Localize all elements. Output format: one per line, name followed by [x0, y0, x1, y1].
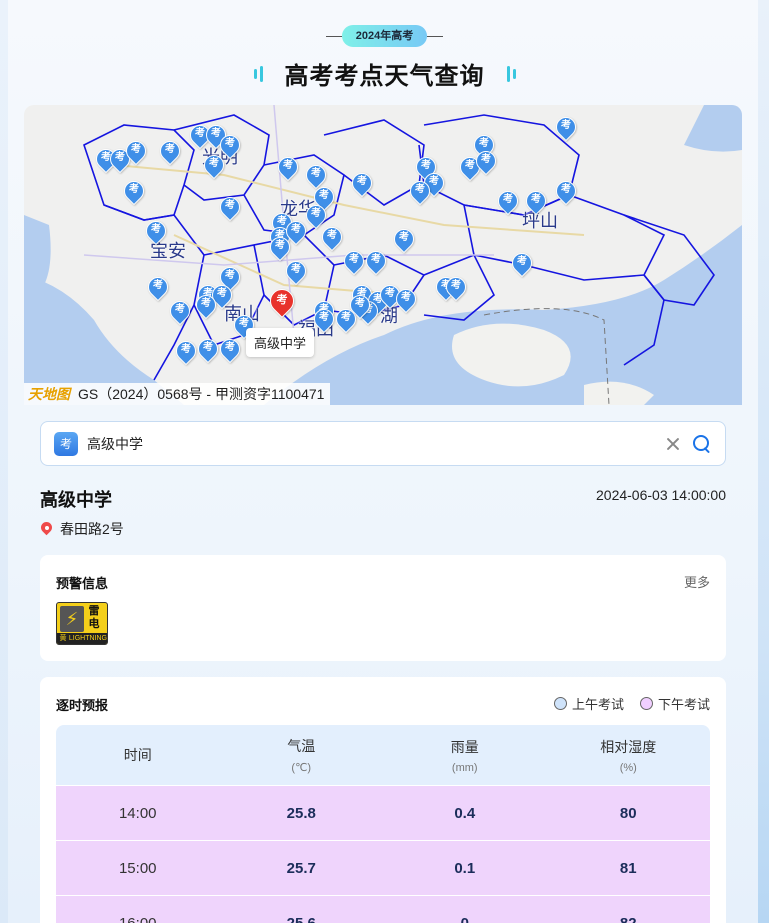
exam-site-pin[interactable]: 考: [171, 336, 201, 366]
exam-site-pin[interactable]: 考: [193, 334, 223, 364]
exam-site-pin[interactable]: 考: [405, 176, 435, 206]
title-decoration-right: [506, 65, 516, 82]
column-header-rainfall: 雨量 (mm): [450, 738, 479, 774]
cell-humidity: 81: [619, 859, 637, 877]
selected-site-popup: 高级中学: [246, 328, 315, 357]
exam-site-pin[interactable]: 考: [521, 186, 551, 216]
lightning-warning-icon[interactable]: ⚡ 雷电 黄 LIGHTNING: [56, 602, 108, 645]
exam-icon: 考: [54, 431, 78, 456]
cell-time: 16:00: [118, 914, 157, 923]
column-header-temperature: 气温 (℃): [287, 738, 316, 774]
search-icon[interactable]: [691, 433, 713, 455]
exam-site-pin[interactable]: 考: [273, 152, 303, 182]
afternoon-exam-label: 下午考试: [657, 697, 710, 712]
warning-type: 雷电: [88, 605, 100, 630]
exam-site-pin[interactable]: 考: [317, 222, 347, 252]
exam-site-pin[interactable]: 考: [309, 304, 339, 334]
title-decoration-left: [253, 65, 263, 82]
exam-site-pin[interactable]: 考: [199, 150, 229, 180]
school-search-bar: 考: [40, 421, 726, 466]
exam-site-pin[interactable]: 考: [507, 248, 537, 278]
column-header-time: 时间: [123, 747, 152, 763]
exam-site-pin[interactable]: 考: [215, 192, 245, 222]
cell-rainfall: 0: [460, 914, 469, 923]
school-address: 春田路2号: [40, 519, 124, 539]
exam-site-pin[interactable]: 考: [347, 168, 377, 198]
morning-exam-label: 上午考试: [571, 697, 624, 712]
exam-site-pin[interactable]: 考: [165, 296, 195, 326]
warning-english: LIGHTNING: [68, 635, 107, 642]
scroll-edge: [758, 0, 769, 923]
exam-site-pin[interactable]: 考: [119, 176, 149, 206]
warning-more-link[interactable]: 更多: [684, 572, 710, 591]
page-title: 高考考点天气查询: [284, 63, 485, 90]
exam-site-pin[interactable]: 考: [391, 284, 421, 314]
tianditu-logo: 天地图: [28, 387, 70, 403]
cell-temperature: 25.7: [286, 859, 316, 877]
exam-site-pin[interactable]: 考: [141, 216, 171, 246]
table-row: 15:00 25.7 0.1 81: [56, 841, 710, 895]
exam-site-pin[interactable]: 考: [551, 176, 581, 206]
exam-site-pin[interactable]: 考: [265, 232, 295, 262]
cell-rainfall: 0.4: [454, 804, 476, 822]
exam-site-pin[interactable]: 考: [361, 246, 391, 276]
header-badge-row: 2024年高考: [0, 25, 769, 47]
cell-temperature: 25.6: [286, 914, 316, 923]
afternoon-exam-swatch: [639, 697, 653, 710]
table-row: 14:00 25.8 0.4 80: [56, 786, 710, 840]
hourly-forecast-card: 逐时预报 上午考试 下午考试 时间 气温 (℃) 雨量 (mm) 相对湿度 (%) 1…: [40, 677, 726, 923]
cell-humidity: 80: [619, 804, 637, 822]
exam-site-pin[interactable]: 考: [471, 146, 501, 176]
forecast-datetime: 2024-06-03 14:00:00: [596, 487, 726, 503]
exam-site-pin[interactable]: 考: [345, 290, 375, 320]
exam-site-pin[interactable]: 考: [493, 186, 523, 216]
exam-session-legend: 上午考试 下午考试: [553, 694, 710, 713]
exam-site-pin[interactable]: 考: [551, 112, 581, 142]
warning-level: 黄: [59, 635, 67, 642]
exam-site-pin[interactable]: 考: [301, 160, 331, 190]
exam-site-pin[interactable]: 考: [191, 290, 221, 320]
year-badge: 2024年高考: [341, 25, 428, 47]
cell-humidity: 82: [619, 914, 637, 923]
exam-site-pin[interactable]: 考: [143, 272, 173, 302]
table-header: 时间 气温 (℃) 雨量 (mm) 相对湿度 (%): [56, 725, 710, 785]
cell-rainfall: 0.1: [454, 859, 476, 877]
exam-site-map[interactable]: 光明 龙华 宝安 南山 福田 湖 坪山 考考考考考考考考考考考考考考考考考考考考…: [24, 105, 742, 405]
warning-card: 预警信息 更多 ⚡ 雷电 黄 LIGHTNING: [40, 555, 726, 661]
map-license-text: GS（2024）0568号 - 甲测资字1100471: [78, 386, 325, 402]
hourly-forecast-table: 时间 气温 (℃) 雨量 (mm) 相对湿度 (%) 14:00 25.8 0.4 8…: [56, 725, 710, 923]
lightning-bolt-icon: ⚡: [60, 606, 84, 632]
school-search-input[interactable]: [87, 435, 663, 452]
map-attribution: 天地图 GS（2024）0568号 - 甲测资字1100471: [24, 383, 331, 405]
exam-site-pin[interactable]: 考: [441, 272, 471, 302]
school-address-text: 春田路2号: [60, 521, 124, 537]
exam-site-pin[interactable]: 考: [281, 256, 311, 286]
table-row: 16:00 25.6 0 82: [56, 896, 710, 923]
exam-site-pin[interactable]: 考: [389, 224, 419, 254]
forecast-title: 逐时预报: [56, 698, 109, 713]
cell-time: 15:00: [118, 859, 157, 877]
exam-site-pin[interactable]: 考: [301, 200, 331, 230]
exam-site-pin[interactable]: 考: [339, 246, 369, 276]
school-name: 高级中学: [40, 490, 112, 510]
cell-temperature: 25.8: [286, 804, 316, 822]
clear-icon[interactable]: [663, 434, 683, 454]
morning-exam-swatch: [553, 697, 567, 710]
page-title-row: 高考考点天气查询: [0, 56, 769, 91]
exam-site-pin[interactable]: 考: [215, 334, 245, 364]
exam-site-pin[interactable]: 考: [121, 136, 151, 166]
exam-site-pin[interactable]: 考: [155, 136, 185, 166]
location-pin-icon: [40, 521, 54, 537]
column-header-humidity: 相对湿度 (%): [600, 738, 657, 774]
selected-exam-site-pin[interactable]: 考: [265, 284, 299, 319]
warning-title: 预警信息: [56, 576, 109, 591]
cell-time: 14:00: [118, 804, 157, 822]
